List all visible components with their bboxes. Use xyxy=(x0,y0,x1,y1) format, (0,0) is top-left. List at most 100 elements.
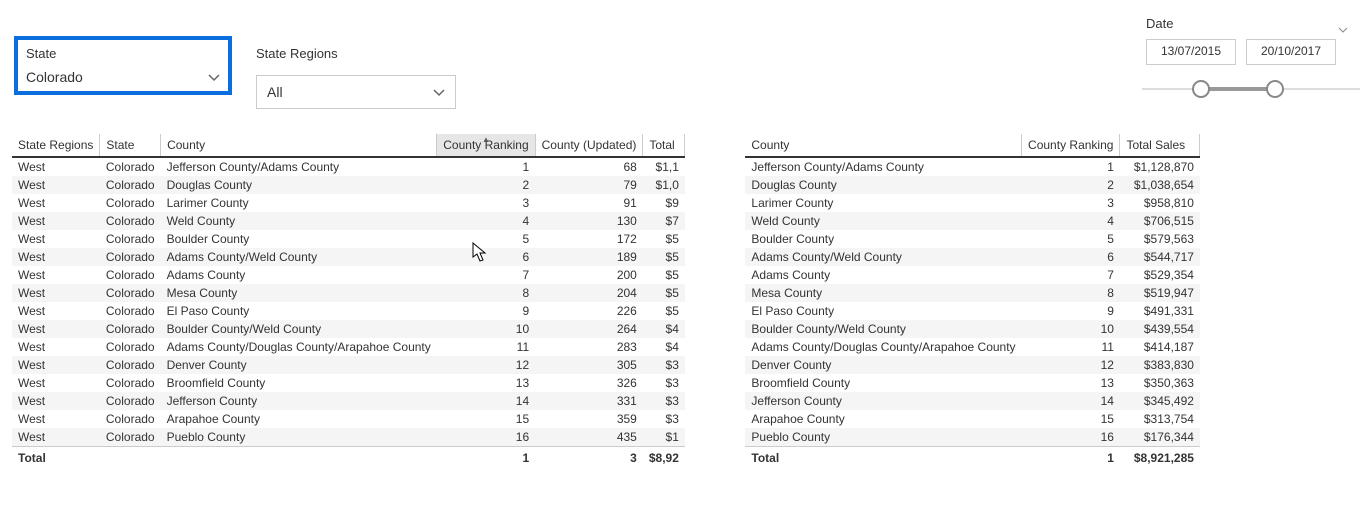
col-total-sales[interactable]: Total Sales xyxy=(1120,134,1200,157)
cell-county-ranking: 11 xyxy=(437,338,535,356)
cell-county-ranking: 7 xyxy=(1022,266,1120,284)
table-row[interactable]: WestColoradoBoulder County/Weld County10… xyxy=(12,320,685,338)
cell-total-sales: $350,363 xyxy=(1120,374,1200,392)
table-row[interactable]: Adams County/Weld County6$544,717 xyxy=(745,248,1200,266)
cell-state: Colorado xyxy=(100,157,161,176)
cell-state-regions: West xyxy=(12,428,100,447)
slider-handle-start[interactable] xyxy=(1192,80,1210,98)
table-row[interactable]: WestColoradoBroomfield County13326$3 xyxy=(12,374,685,392)
table-row[interactable]: Pueblo County16$176,344 xyxy=(745,428,1200,447)
date-range-slider[interactable] xyxy=(1146,79,1356,99)
table-row[interactable]: Boulder County/Weld County10$439,554 xyxy=(745,320,1200,338)
col-county-ranking[interactable]: ▲County Ranking xyxy=(437,134,535,157)
col-county[interactable]: County xyxy=(161,134,437,157)
table-row[interactable]: WestColoradoJefferson County/Adams Count… xyxy=(12,157,685,176)
cell-county-ranking: 3 xyxy=(437,194,535,212)
cell-county-ranking: 13 xyxy=(1022,374,1120,392)
table-row[interactable]: WestColoradoLarimer County391$9 xyxy=(12,194,685,212)
cell-total: $4 xyxy=(643,320,685,338)
cell-total: $7 xyxy=(643,212,685,230)
state-slicer[interactable]: State Colorado xyxy=(14,36,232,95)
cell-county: Larimer County xyxy=(745,194,1021,212)
date-slicer[interactable]: Date 13/07/2015 20/10/2017 xyxy=(1146,16,1356,99)
footer-updated: 3 xyxy=(535,447,643,470)
table-row[interactable]: WestColoradoBoulder County5172$5 xyxy=(12,230,685,248)
cell-state: Colorado xyxy=(100,302,161,320)
table-row[interactable]: Adams County/Douglas County/Arapahoe Cou… xyxy=(745,338,1200,356)
table-row[interactable]: WestColoradoDenver County12305$3 xyxy=(12,356,685,374)
table-row[interactable]: WestColoradoWeld County4130$7 xyxy=(12,212,685,230)
table-row[interactable]: Jefferson County/Adams County1$1,128,870 xyxy=(745,157,1200,176)
cell-county: Pueblo County xyxy=(161,428,437,447)
cell-county: Weld County xyxy=(745,212,1021,230)
state-regions-slicer-value: All xyxy=(267,84,283,100)
table-row[interactable]: WestColoradoDouglas County279$1,0 xyxy=(12,176,685,194)
col-total[interactable]: Total xyxy=(643,134,685,157)
cell-state: Colorado xyxy=(100,410,161,428)
cell-state-regions: West xyxy=(12,157,100,176)
county-ranking-table[interactable]: State Regions State County ▲County Ranki… xyxy=(12,134,685,469)
cell-state: Colorado xyxy=(100,284,161,302)
cell-state-regions: West xyxy=(12,284,100,302)
chevron-down-icon[interactable] xyxy=(1338,22,1348,36)
cell-county: Boulder County/Weld County xyxy=(161,320,437,338)
col-state[interactable]: State xyxy=(100,134,161,157)
col-county[interactable]: County xyxy=(745,134,1021,157)
table-row[interactable]: WestColoradoJefferson County14331$3 xyxy=(12,392,685,410)
table-row[interactable]: WestColoradoMesa County8204$5 xyxy=(12,284,685,302)
cell-county: Jefferson County/Adams County xyxy=(161,157,437,176)
table-row[interactable]: Arapahoe County15$313,754 xyxy=(745,410,1200,428)
date-from-input[interactable]: 13/07/2015 xyxy=(1146,39,1236,65)
table-row[interactable]: Broomfield County13$350,363 xyxy=(745,374,1200,392)
cell-total-sales: $519,947 xyxy=(1120,284,1200,302)
cell-total: $1,0 xyxy=(643,176,685,194)
cell-county-updated: 226 xyxy=(535,302,643,320)
state-slicer-dropdown[interactable]: Colorado xyxy=(24,69,222,85)
table-row[interactable]: Mesa County8$519,947 xyxy=(745,284,1200,302)
table-row[interactable]: WestColoradoAdams County7200$5 xyxy=(12,266,685,284)
total-sales-table[interactable]: County County Ranking Total Sales Jeffer… xyxy=(745,134,1200,469)
table-row[interactable]: WestColoradoArapahoe County15359$3 xyxy=(12,410,685,428)
table-row[interactable]: Adams County7$529,354 xyxy=(745,266,1200,284)
table-row[interactable]: Larimer County3$958,810 xyxy=(745,194,1200,212)
date-to-input[interactable]: 20/10/2017 xyxy=(1246,39,1336,65)
cell-county-ranking: 14 xyxy=(437,392,535,410)
table-row[interactable]: WestColoradoAdams County/Douglas County/… xyxy=(12,338,685,356)
cell-county-ranking: 11 xyxy=(1022,338,1120,356)
col-state-regions[interactable]: State Regions xyxy=(12,134,100,157)
cell-total: $3 xyxy=(643,374,685,392)
cell-state-regions: West xyxy=(12,338,100,356)
cell-county-ranking: 10 xyxy=(1022,320,1120,338)
slider-handle-end[interactable] xyxy=(1266,80,1284,98)
table-row[interactable]: Douglas County2$1,038,654 xyxy=(745,176,1200,194)
cell-county: Mesa County xyxy=(161,284,437,302)
col-county-updated[interactable]: County (Updated) xyxy=(535,134,643,157)
cell-total: $3 xyxy=(643,392,685,410)
cell-county: Boulder County xyxy=(161,230,437,248)
table-row[interactable]: Boulder County5$579,563 xyxy=(745,230,1200,248)
table-row[interactable]: WestColoradoAdams County/Weld County6189… xyxy=(12,248,685,266)
cell-county-ranking: 8 xyxy=(1022,284,1120,302)
table-row[interactable]: Jefferson County14$345,492 xyxy=(745,392,1200,410)
table-row[interactable]: El Paso County9$491,331 xyxy=(745,302,1200,320)
cell-state-regions: West xyxy=(12,302,100,320)
state-regions-slicer-dropdown[interactable]: All xyxy=(256,75,456,109)
table-row[interactable]: Denver County12$383,830 xyxy=(745,356,1200,374)
col-county-ranking[interactable]: County Ranking xyxy=(1022,134,1120,157)
table-row[interactable]: Weld County4$706,515 xyxy=(745,212,1200,230)
cell-county-updated: 204 xyxy=(535,284,643,302)
cell-state: Colorado xyxy=(100,392,161,410)
cell-total-sales: $345,492 xyxy=(1120,392,1200,410)
cell-county-updated: 172 xyxy=(535,230,643,248)
cell-state: Colorado xyxy=(100,320,161,338)
cell-county: Adams County/Douglas County/Arapahoe Cou… xyxy=(745,338,1021,356)
cell-total-sales: $544,717 xyxy=(1120,248,1200,266)
table-row[interactable]: WestColoradoEl Paso County9226$5 xyxy=(12,302,685,320)
footer-total-sales: $8,921,285 xyxy=(1120,447,1200,470)
state-slicer-value: Colorado xyxy=(26,69,83,85)
table-row[interactable]: WestColoradoPueblo County16435$1 xyxy=(12,428,685,447)
state-regions-slicer[interactable]: State Regions All xyxy=(256,46,456,109)
cell-state-regions: West xyxy=(12,320,100,338)
cell-state: Colorado xyxy=(100,374,161,392)
chevron-down-icon xyxy=(208,71,220,83)
